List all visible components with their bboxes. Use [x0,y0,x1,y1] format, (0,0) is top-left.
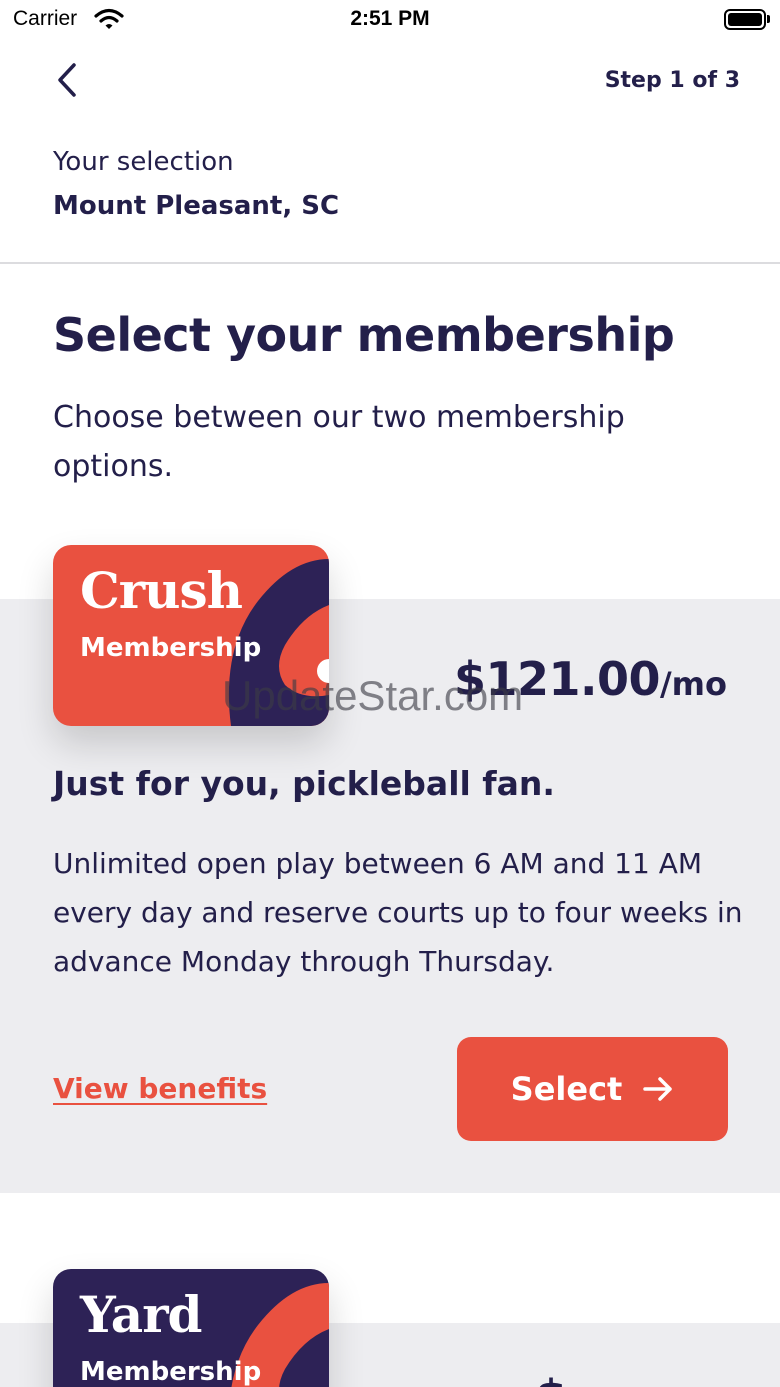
status-time: 2:51 PM [350,7,430,30]
page-title: Select your membership [53,308,675,362]
back-button[interactable] [48,58,88,102]
plan-tagline: Just for you, pickleball fan. [53,764,555,803]
view-benefits-link[interactable]: View benefits [53,1072,267,1105]
selection-location: Mount Pleasant, SC [53,191,340,221]
select-button[interactable]: Select [457,1037,728,1141]
card-title: Crush [80,561,243,620]
membership-card-yard: Yard Membership [53,1269,329,1387]
plan-description: Unlimited open play between 6 AM and 11 … [53,847,743,978]
price-period: /mo [659,665,727,703]
page-subtitle: Choose between our two membership option… [53,400,625,484]
chevron-left-icon [58,63,76,97]
header-divider [0,262,780,264]
card-subtitle: Membership [80,633,262,663]
status-bar: Carrier 2:51 PM [0,0,780,40]
battery-icon [724,9,766,30]
card-subtitle: Membership [80,1357,262,1387]
selection-caption: Your selection [53,147,234,177]
card-title: Yard [80,1285,203,1344]
watermark: UpdateStar.com [222,672,524,719]
battery-nub [767,15,770,23]
price-amount-partial: $ [535,1370,567,1387]
step-indicator: Step 1 of 3 [604,68,740,93]
arrow-right-icon [643,1077,673,1101]
select-button-label: Select [510,1070,623,1108]
